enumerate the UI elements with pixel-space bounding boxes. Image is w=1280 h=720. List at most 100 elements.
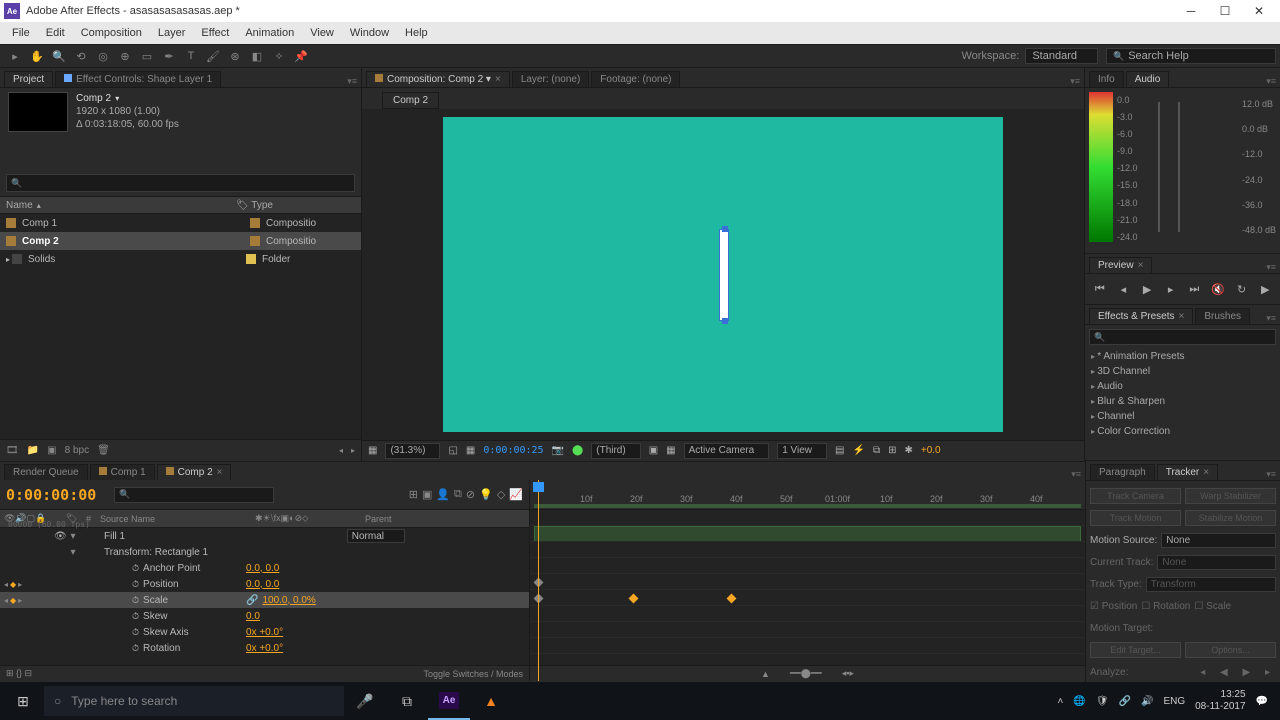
composition-viewport[interactable] bbox=[362, 109, 1084, 440]
track-type-dropdown[interactable]: Transform bbox=[1146, 577, 1276, 592]
prop-anchor-point[interactable]: ⏱Anchor Point bbox=[86, 563, 246, 574]
prop-skew[interactable]: ⏱Skew bbox=[86, 611, 246, 622]
after-effects-app-icon[interactable]: Ae bbox=[428, 682, 470, 720]
pan-behind-tool[interactable]: ⊕ bbox=[116, 47, 134, 65]
bpc-button[interactable]: 8 bpc bbox=[65, 445, 89, 456]
menu-window[interactable]: Window bbox=[342, 25, 397, 41]
scale-checkbox[interactable]: ☐ Scale bbox=[1194, 601, 1231, 612]
zoom-in-icon[interactable]: ◂▪▸ bbox=[842, 668, 854, 679]
audio-sliders[interactable] bbox=[1138, 92, 1242, 249]
shape-rectangle[interactable] bbox=[719, 229, 729, 321]
reset-exposure-icon[interactable]: ✱ bbox=[904, 445, 912, 456]
camera-dropdown[interactable]: Active Camera bbox=[684, 443, 770, 459]
brainstorm-icon[interactable]: 💡 bbox=[479, 488, 493, 501]
pixel-aspect-icon[interactable]: ▤ bbox=[835, 445, 844, 456]
tray-network-icon[interactable]: 🔗 bbox=[1119, 696, 1131, 707]
start-button[interactable]: ⊞ bbox=[2, 682, 44, 720]
hand-tool[interactable]: ✋ bbox=[28, 47, 46, 65]
zoom-dropdown[interactable]: (31.3%) bbox=[385, 443, 440, 459]
last-frame-button[interactable]: ⏭ bbox=[1186, 280, 1204, 298]
tab-timeline-comp1[interactable]: Comp 1 bbox=[90, 464, 155, 480]
timeline-icon[interactable]: ⧉ bbox=[873, 445, 880, 456]
warp-stabilizer-button[interactable]: Warp Stabilizer bbox=[1185, 488, 1276, 504]
current-track-dropdown[interactable]: None bbox=[1157, 555, 1276, 570]
value-anchor-point[interactable]: 0.0, 0.0 bbox=[246, 563, 279, 574]
zoom-out-icon[interactable]: ▲ bbox=[761, 669, 770, 679]
menu-edit[interactable]: Edit bbox=[38, 25, 73, 41]
value-skew-axis[interactable]: 0x +0.0° bbox=[246, 627, 283, 638]
transparency-icon[interactable]: ▦ bbox=[466, 445, 475, 456]
grid-guides-icon[interactable]: ▦ bbox=[666, 445, 675, 456]
flowchart-icon[interactable]: ⊞ bbox=[888, 445, 896, 456]
zoom-tool[interactable]: 🔍 bbox=[50, 47, 68, 65]
task-view-button[interactable]: ⧉ bbox=[386, 682, 428, 720]
tab-info[interactable]: Info bbox=[1089, 71, 1124, 87]
tab-timeline-comp2[interactable]: Comp 2× bbox=[157, 464, 232, 480]
menu-file[interactable]: File bbox=[4, 25, 38, 41]
eraser-tool[interactable]: ◧ bbox=[248, 47, 266, 65]
tab-brushes[interactable]: Brushes bbox=[1195, 308, 1250, 324]
pen-tool[interactable]: ✒ bbox=[160, 47, 178, 65]
options-button[interactable]: Options... bbox=[1185, 642, 1276, 658]
project-item-comp2[interactable]: Comp 2 Compositio bbox=[0, 232, 361, 250]
current-time[interactable]: 0:00:00:25 bbox=[483, 445, 543, 456]
vlc-app-icon[interactable]: ▲ bbox=[470, 682, 512, 720]
panel-menu-icon[interactable]: ▾≡ bbox=[1266, 76, 1276, 87]
snapshot-icon[interactable]: 📷 bbox=[552, 445, 564, 456]
close-button[interactable]: ✕ bbox=[1242, 1, 1276, 21]
grid-icon[interactable]: ▦ bbox=[368, 445, 377, 456]
value-scale[interactable]: 100.0, 0.0% bbox=[262, 595, 315, 606]
next-frame-button[interactable]: ▸ bbox=[1162, 280, 1180, 298]
value-position[interactable]: 0.0, 0.0 bbox=[246, 579, 279, 590]
maximize-button[interactable]: ☐ bbox=[1208, 1, 1242, 21]
menu-effect[interactable]: Effect bbox=[193, 25, 237, 41]
stabilize-motion-button[interactable]: Stabilize Motion bbox=[1185, 510, 1276, 526]
loop-button[interactable]: ↻ bbox=[1233, 280, 1251, 298]
hide-shy-icon[interactable]: 👤 bbox=[436, 488, 450, 501]
rotation-tool[interactable]: ⟲ bbox=[72, 47, 90, 65]
prev-frame-button[interactable]: ◂ bbox=[1115, 280, 1133, 298]
panel-menu-icon[interactable]: ▾≡ bbox=[1070, 76, 1080, 87]
mic-icon[interactable]: 🎤 bbox=[344, 682, 386, 720]
camera-tool[interactable]: ◎ bbox=[94, 47, 112, 65]
prop-scale[interactable]: ⏱Scale bbox=[86, 595, 246, 606]
tab-paragraph[interactable]: Paragraph bbox=[1090, 464, 1155, 480]
panel-menu-icon[interactable]: ▾≡ bbox=[1071, 469, 1081, 480]
channel-icon[interactable]: ⬤ bbox=[572, 445, 583, 456]
motion-blur-icon[interactable]: ⊘ bbox=[466, 488, 475, 501]
tab-audio[interactable]: Audio bbox=[1126, 71, 1170, 87]
value-rotation[interactable]: 0x +0.0° bbox=[246, 643, 283, 654]
taskbar-search[interactable]: ○Type here to search bbox=[44, 686, 344, 716]
tab-project[interactable]: Project bbox=[4, 71, 53, 87]
tab-effects-presets[interactable]: Effects & Presets× bbox=[1089, 308, 1193, 324]
delete-icon[interactable]: 🗑 bbox=[97, 445, 110, 456]
prop-rotation[interactable]: ⏱Rotation bbox=[86, 643, 246, 654]
play-button[interactable]: ▶ bbox=[1138, 280, 1156, 298]
effects-category[interactable]: Audio bbox=[1085, 379, 1280, 394]
ram-preview-button[interactable]: ▶ bbox=[1256, 280, 1274, 298]
layer-fill[interactable]: Fill 1 bbox=[86, 531, 246, 542]
value-skew[interactable]: 0.0 bbox=[246, 611, 260, 622]
project-search-input[interactable] bbox=[6, 174, 355, 192]
blend-mode-dropdown[interactable]: Normal bbox=[347, 529, 405, 543]
menu-composition[interactable]: Composition bbox=[73, 25, 150, 41]
effects-category[interactable]: * Animation Presets bbox=[1085, 349, 1280, 364]
menu-layer[interactable]: Layer bbox=[150, 25, 194, 41]
menu-help[interactable]: Help bbox=[397, 25, 436, 41]
comp-mini-flow-icon[interactable]: ⊞ bbox=[409, 488, 418, 501]
work-area-bar[interactable] bbox=[534, 504, 1081, 508]
roi-icon[interactable]: ▣ bbox=[649, 445, 658, 456]
tray-security-icon[interactable]: 🛡 bbox=[1096, 696, 1109, 707]
toggle-switches-icon[interactable]: ⊞ {} ⊟ bbox=[6, 668, 32, 679]
panel-menu-icon[interactable]: ▾≡ bbox=[347, 76, 357, 87]
brush-tool[interactable]: 🖌 bbox=[204, 47, 222, 65]
tab-render-queue[interactable]: Render Queue bbox=[4, 464, 88, 480]
mute-button[interactable]: 🔇 bbox=[1209, 280, 1227, 298]
fast-preview-icon[interactable]: ⚡ bbox=[852, 445, 864, 456]
panel-menu-icon[interactable]: ▾≡ bbox=[1266, 469, 1276, 480]
resolution-dropdown[interactable]: (Third) bbox=[591, 443, 640, 459]
exposure-value[interactable]: +0.0 bbox=[921, 445, 941, 456]
graph-editor-icon[interactable]: 📈 bbox=[509, 488, 523, 501]
clone-tool[interactable]: ⊛ bbox=[226, 47, 244, 65]
tab-layer[interactable]: Layer: (none) bbox=[512, 71, 589, 87]
